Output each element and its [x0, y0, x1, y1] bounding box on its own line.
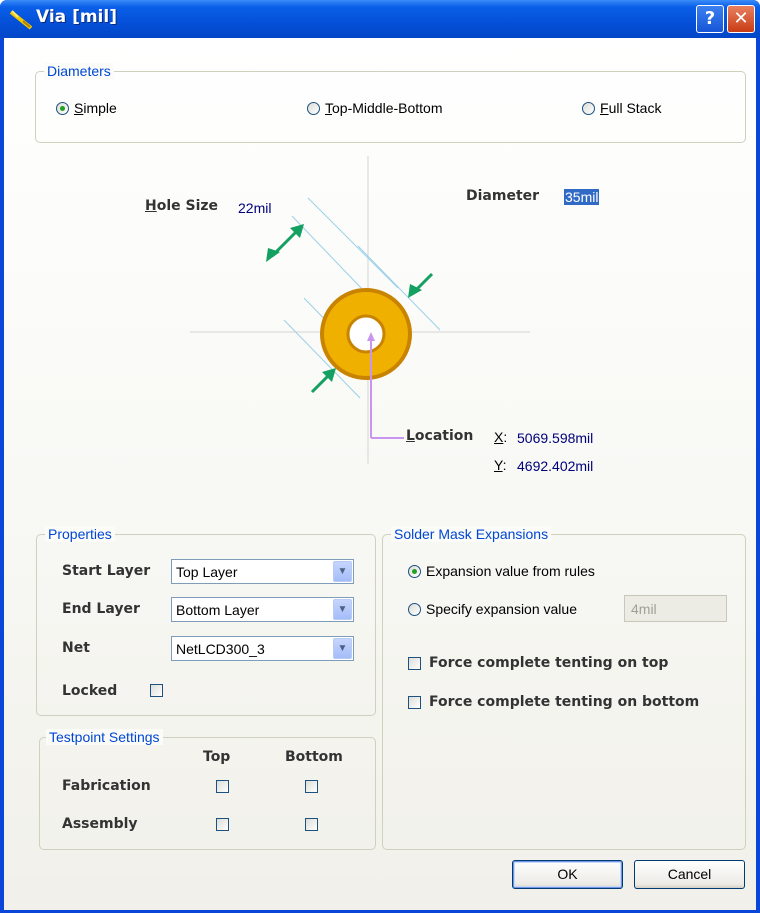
radio-specify-expansion[interactable]: Specify expansion value [408, 601, 577, 617]
radio-tmb-indicator[interactable] [307, 101, 320, 115]
tent-top-label: Force complete tenting on top [429, 655, 669, 671]
testpoint-legend: Testpoint Settings [46, 729, 163, 745]
assembly-bottom-checkbox[interactable] [305, 818, 318, 831]
radio-simple-indicator[interactable] [56, 101, 69, 115]
y-label-colon: : [502, 457, 507, 473]
fabrication-bottom-checkbox[interactable] [305, 780, 318, 793]
chevron-down-icon[interactable]: ▼ [333, 561, 352, 582]
end-layer-label: End Layer [62, 601, 140, 617]
diameter-label: Diameter [466, 188, 540, 204]
tent-bottom-label: Force complete tenting on bottom [429, 694, 700, 710]
end-layer-value: Bottom Layer [176, 602, 260, 618]
end-layer-select[interactable]: Bottom Layer ▼ [171, 597, 354, 622]
x-label-colon: : [503, 429, 508, 445]
accel-x: X [494, 429, 504, 445]
via-app-icon [9, 10, 33, 30]
accel-l: L [406, 428, 415, 444]
locked-checkbox[interactable] [150, 684, 163, 697]
accel-s: S [74, 100, 84, 116]
via-dialog-window: Via [mil] ? ✕ Diameters Simple Top-Middl… [0, 0, 760, 913]
testpoint-col-bottom: Bottom [285, 749, 343, 765]
properties-legend: Properties [45, 526, 115, 542]
radio-specify-indicator[interactable] [408, 602, 421, 616]
location-x-value[interactable]: 5069.598mil [517, 430, 593, 446]
dialog-client-area: Diameters Simple Top-Middle-Bottom Full … [4, 38, 756, 910]
net-value: NetLCD300_3 [176, 641, 265, 657]
accel-f: F [600, 100, 609, 116]
hole-size-label: Hole Size [145, 198, 218, 214]
tent-bottom-checkbox[interactable] [408, 696, 421, 709]
radio-rules-indicator[interactable] [408, 564, 421, 578]
expansion-value-input[interactable]: 4mil [624, 595, 727, 622]
via-diagram [190, 156, 530, 464]
testpoint-col-top: Top [203, 749, 231, 765]
radio-full-stack-text: ull Stack [608, 100, 662, 116]
radio-full-stack-label: Full Stack [600, 100, 661, 116]
via-hole [346, 314, 386, 354]
testpoint-row-assembly: Assembly [62, 816, 138, 832]
start-layer-value: Top Layer [176, 564, 238, 580]
location-y-value[interactable]: 4692.402mil [517, 458, 593, 474]
accel-t: T [325, 100, 332, 116]
hole-size-text: ole Size [156, 198, 219, 214]
radio-simple-text: imple [83, 100, 117, 116]
radio-tmb-label: Top-Middle-Bottom [325, 100, 443, 116]
chevron-down-icon[interactable]: ▼ [333, 599, 352, 620]
radio-full-stack[interactable]: Full Stack [582, 100, 661, 116]
testpoint-row-fabrication: Fabrication [62, 778, 151, 794]
net-label: Net [62, 640, 90, 656]
radio-rules-label: Expansion value from rules [426, 563, 595, 579]
radio-top-middle-bottom[interactable]: Top-Middle-Bottom [307, 100, 443, 116]
assembly-top-checkbox[interactable] [216, 818, 229, 831]
radio-expansion-from-rules[interactable]: Expansion value from rules [408, 563, 595, 579]
radio-simple[interactable]: Simple [56, 100, 117, 116]
help-button[interactable]: ? [696, 5, 724, 33]
x-label: X: [494, 429, 507, 445]
location-label: Location [406, 428, 473, 444]
fabrication-top-checkbox[interactable] [216, 780, 229, 793]
net-select[interactable]: NetLCD300_3 ▼ [171, 636, 354, 661]
close-button[interactable]: ✕ [727, 5, 755, 33]
accel-h: H [145, 198, 157, 214]
radio-full-stack-indicator[interactable] [582, 101, 595, 115]
y-label: Y: [494, 457, 506, 473]
locked-label: Locked [62, 683, 118, 699]
expansion-value-text: 4mil [631, 601, 657, 617]
location-text: ocation [414, 428, 474, 444]
start-layer-select[interactable]: Top Layer ▼ [171, 559, 354, 584]
tent-top-checkbox[interactable] [408, 657, 421, 670]
title-bar[interactable]: Via [mil] ? ✕ [0, 0, 760, 38]
radio-tmb-text: op-Middle-Bottom [332, 100, 443, 116]
solder-mask-legend: Solder Mask Expansions [391, 526, 552, 542]
hole-size-value[interactable]: 22mil [238, 200, 271, 216]
chevron-down-icon[interactable]: ▼ [333, 638, 352, 659]
guide-line [307, 197, 399, 289]
cancel-button[interactable]: Cancel [634, 860, 745, 889]
radio-specify-label: Specify expansion value [426, 601, 577, 617]
radio-simple-label: Simple [74, 100, 117, 116]
window-title: Via [mil] [36, 7, 117, 27]
solder-mask-group: Solder Mask Expansions [382, 526, 746, 850]
start-layer-label: Start Layer [62, 563, 151, 579]
diameters-legend: Diameters [44, 63, 114, 79]
ok-button[interactable]: OK [512, 860, 623, 889]
diameter-value-input[interactable]: 35mil [564, 189, 600, 205]
accel-y: Y [494, 457, 503, 473]
